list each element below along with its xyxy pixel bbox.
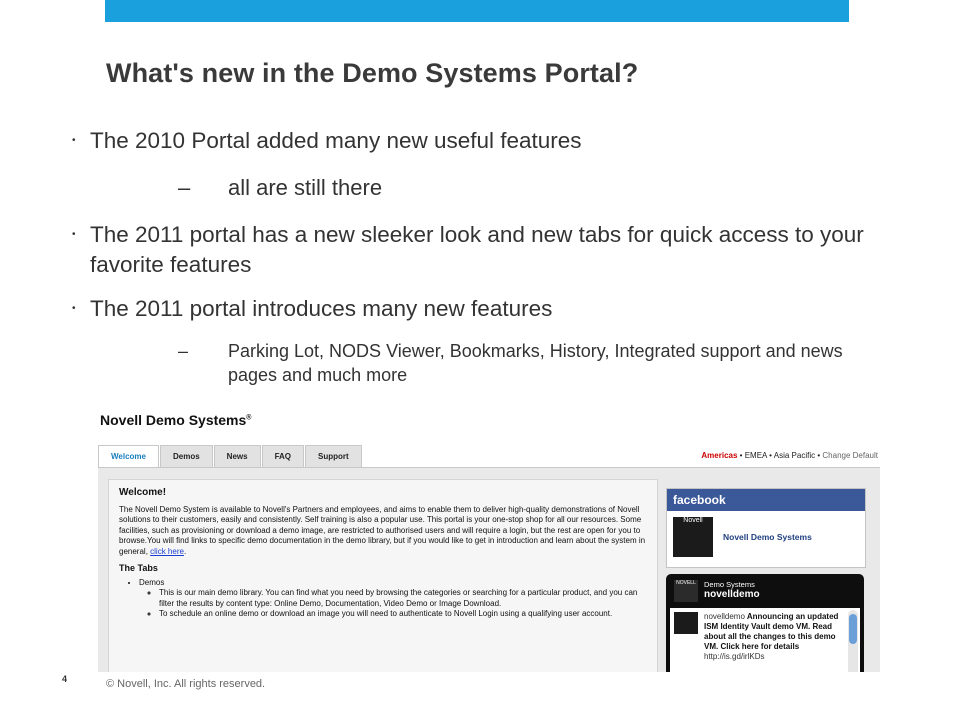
region-selector: Americas • EMEA • Asia Pacific • Change … — [701, 451, 878, 460]
facebook-header: facebook — [667, 489, 865, 511]
bullet-list: • The 2010 Portal added many new useful … — [70, 126, 870, 387]
welcome-paragraph: The Novell Demo System is available to N… — [119, 504, 646, 556]
tweet-link[interactable]: http://is.gd/irlKDs — [704, 652, 764, 661]
sub-bullet-item: – all are still there — [70, 174, 870, 202]
list-item: This is our main demo library. You can f… — [159, 588, 647, 609]
page-number: 4 — [62, 674, 68, 684]
twitter-avatar: NOVELL — [674, 580, 698, 602]
tab-news[interactable]: News — [213, 445, 261, 467]
bullet-item: • The 2010 Portal added many new useful … — [70, 126, 870, 156]
twitter-username[interactable]: novelldemo — [704, 589, 760, 600]
change-default-link[interactable]: Change Default — [822, 451, 878, 460]
tab-welcome[interactable]: Welcome — [98, 445, 159, 467]
sub-bullet-item: – Parking Lot, NODS Viewer, Bookmarks, H… — [70, 339, 870, 387]
welcome-heading: Welcome! — [119, 487, 167, 498]
tweet-scrollbar[interactable] — [848, 610, 858, 672]
tab-demos[interactable]: Demos — [159, 445, 213, 467]
sub-bullet-text: all are still there — [228, 175, 383, 200]
facebook-widget: facebook Novell Novell Demo Systems — [666, 488, 866, 568]
region-asia-pacific[interactable]: Asia Pacific — [774, 451, 815, 460]
header-accent-bar — [105, 0, 849, 22]
region-americas[interactable]: Americas — [701, 451, 737, 460]
tweet-list: novelldemo Announcing an updated ISM Ide… — [670, 608, 860, 672]
tabs-heading: The Tabs — [119, 563, 158, 573]
welcome-panel: Welcome! The Novell Demo System is avail… — [108, 479, 658, 672]
tweet-avatar — [674, 612, 698, 634]
bullet-item: • The 2011 portal introduces many new fe… — [70, 294, 870, 324]
bullet-text: The 2011 portal has a new sleeker look a… — [90, 222, 864, 277]
bullet-dot-icon: • — [72, 229, 76, 240]
facebook-page-thumbnail[interactable]: Novell — [673, 517, 713, 557]
bullet-item: • The 2011 portal has a new sleeker look… — [70, 220, 870, 280]
portal-brand-logo: Novell Demo Systems® — [100, 412, 252, 428]
list-item: Demos This is our main demo library. You… — [139, 578, 647, 620]
bullet-dot-icon: • — [72, 135, 76, 146]
twitter-widget: NOVELL Demo Systems novelldemo novelldem… — [666, 574, 864, 672]
bullet-text: The 2011 portal introduces many new feat… — [90, 296, 553, 321]
portal-content-area: Welcome! The Novell Demo System is avail… — [98, 467, 880, 672]
bullet-text: The 2010 Portal added many new useful fe… — [90, 128, 582, 153]
sub-bullet-text: Parking Lot, NODS Viewer, Bookmarks, His… — [228, 341, 843, 385]
tabs-list: Demos This is our main demo library. You… — [119, 578, 647, 620]
dash-icon: – — [178, 175, 191, 200]
twitter-subtitle: Demo Systems — [704, 580, 755, 589]
tab-support[interactable]: Support — [305, 445, 362, 467]
list-item: To schedule an online demo or download a… — [159, 609, 647, 620]
facebook-page-link[interactable]: Novell Demo Systems — [723, 532, 812, 542]
tab-faq[interactable]: FAQ — [261, 445, 305, 467]
scrollbar-thumb[interactable] — [849, 614, 857, 644]
dash-icon: – — [178, 341, 189, 361]
click-here-link[interactable]: click here — [150, 547, 184, 556]
region-emea[interactable]: EMEA — [745, 451, 767, 460]
slide-title: What's new in the Demo Systems Portal? — [106, 58, 639, 88]
portal-tab-bar: Welcome Demos News FAQ Support — [98, 445, 363, 467]
portal-screenshot: Novell Demo Systems® Welcome Demos News … — [96, 408, 882, 672]
copyright-footer: © Novell, Inc. All rights reserved. — [106, 678, 266, 690]
bullet-dot-icon: • — [72, 303, 76, 314]
tweet-text: novelldemo Announcing an updated ISM Ide… — [704, 612, 839, 661]
